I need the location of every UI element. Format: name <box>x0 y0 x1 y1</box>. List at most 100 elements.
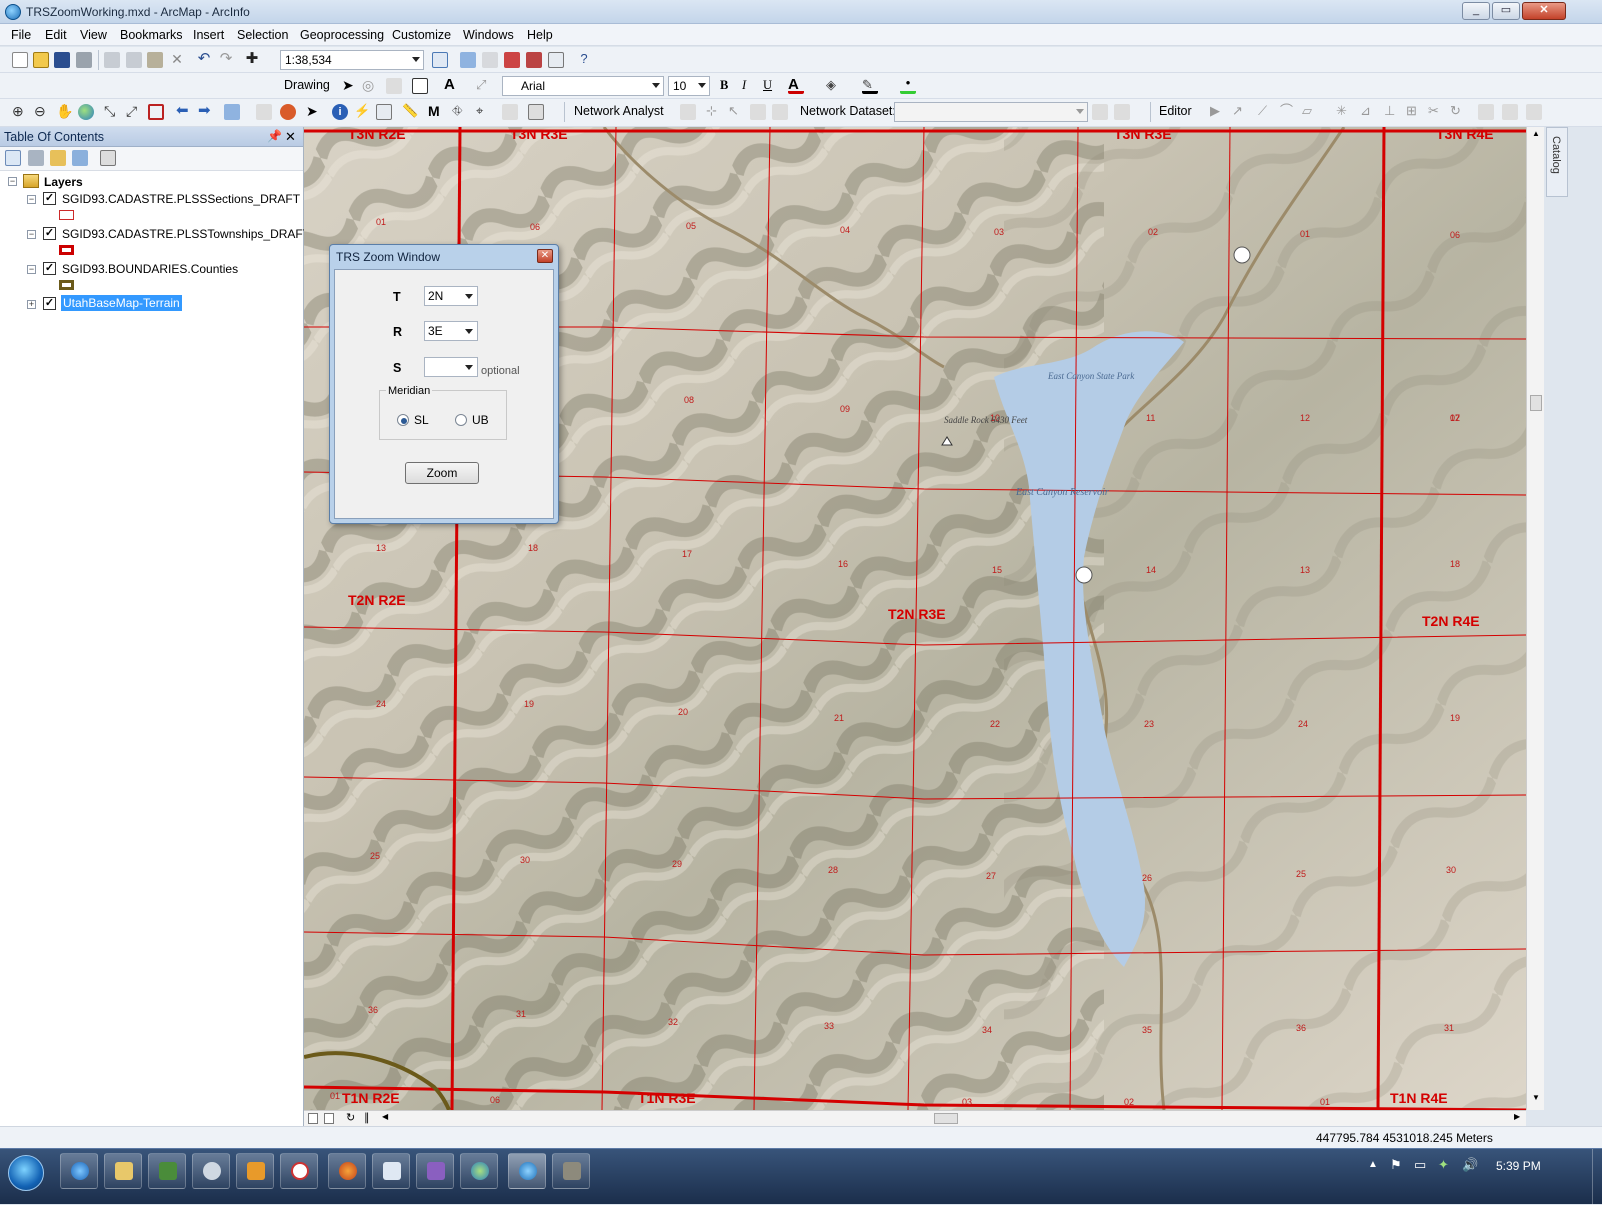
list-by-selection-icon[interactable] <box>72 150 88 166</box>
volume-icon[interactable]: 🔊 <box>1462 1157 1478 1173</box>
start-button[interactable] <box>8 1155 44 1191</box>
menu-geoprocessing[interactable]: Geoprocessing <box>300 28 384 42</box>
taskbar-notepad[interactable] <box>372 1153 410 1189</box>
fixed-zoom-out-icon[interactable]: ⤢ <box>126 104 142 120</box>
zoom-in-icon[interactable]: ⊕ <box>12 104 28 120</box>
catalog-side-tab[interactable]: Catalog <box>1546 127 1568 197</box>
edit-vertices-2-icon[interactable]: ⊿ <box>1360 104 1376 120</box>
taskbar-notes[interactable] <box>280 1153 318 1189</box>
time-slider-icon[interactable] <box>502 104 518 120</box>
network-tray-icon[interactable]: ▭ <box>1414 1157 1426 1173</box>
italic-button[interactable]: I <box>742 78 746 93</box>
horizontal-scroll-thumb[interactable] <box>934 1113 958 1124</box>
pause-drawing-icon[interactable]: ∥ <box>364 1111 370 1124</box>
measure-icon[interactable]: 📏 <box>402 104 418 120</box>
collapse-toggle[interactable]: − <box>8 177 17 186</box>
cut-icon[interactable] <box>104 52 120 68</box>
whats-this-icon[interactable]: ? <box>576 52 592 68</box>
table-icon[interactable] <box>460 52 476 68</box>
model-builder-icon[interactable] <box>548 52 564 68</box>
edit-vertices-icon[interactable]: ⤢ <box>476 78 492 94</box>
clear-selection-icon[interactable] <box>256 104 272 120</box>
flag-icon[interactable]: ⚑ <box>1390 1157 1402 1173</box>
list-by-drawing-order-icon[interactable] <box>5 150 21 166</box>
township-select[interactable]: 2N <box>424 286 478 306</box>
close-button[interactable]: ✕ <box>1522 2 1566 20</box>
layer-visibility-checkbox[interactable]: ✓ <box>43 297 56 310</box>
network-analyst-menu[interactable]: Network Analyst <box>574 104 664 118</box>
copy-icon[interactable] <box>126 52 142 68</box>
edit-annotation-icon[interactable]: ↗ <box>1232 104 1248 120</box>
reshape-icon[interactable]: ⊥ <box>1384 104 1400 120</box>
pin-icon[interactable]: 📌 <box>267 129 282 143</box>
end-point-arc-icon[interactable]: ⌒ <box>1280 104 1296 120</box>
map-scale-combo[interactable]: 1:38,534 <box>280 50 424 70</box>
menu-windows[interactable]: Windows <box>463 28 514 42</box>
zoom-out-icon[interactable]: ⊖ <box>34 104 50 120</box>
straight-segment-icon[interactable]: ⟋ <box>1258 104 1274 120</box>
scroll-up-icon[interactable]: ▲ <box>1532 129 1540 138</box>
redo-icon[interactable]: ↷ <box>218 51 234 68</box>
rectangle-icon[interactable] <box>412 78 428 94</box>
collapse-toggle[interactable]: − <box>27 265 36 274</box>
hyperlink-icon[interactable]: ⚡ <box>354 104 370 120</box>
menu-view[interactable]: View <box>80 28 107 42</box>
layers-root[interactable]: − Layers <box>0 173 300 191</box>
map-horizontal-scrollbar[interactable]: ↻ ∥ ◀ ▶ <box>304 1110 1526 1126</box>
sketch-properties-icon[interactable] <box>1502 104 1518 120</box>
dropbox-icon[interactable]: ✦ <box>1438 1157 1449 1173</box>
menu-selection[interactable]: Selection <box>237 28 288 42</box>
fixed-zoom-in-icon[interactable]: ⤡ <box>104 104 120 120</box>
font-name-combo[interactable]: Arial <box>502 76 664 96</box>
range-select[interactable]: 3E <box>424 321 478 341</box>
catalog-icon[interactable] <box>482 52 498 68</box>
cut-polygons-icon[interactable]: ⊞ <box>1406 104 1422 120</box>
layer-item[interactable]: − ✓ SGID93.BOUNDARIES.Counties <box>0 260 300 294</box>
network-dataset-combo[interactable] <box>894 102 1088 122</box>
delete-icon[interactable]: ✕ <box>169 52 185 68</box>
font-color-icon[interactable]: A <box>788 77 804 94</box>
taskbar-security[interactable] <box>148 1153 186 1189</box>
zoom-to-selected-icon[interactable] <box>148 104 164 120</box>
network-analyst-window-icon[interactable] <box>680 104 696 120</box>
map-vertical-scrollbar[interactable]: ▲ ▼ <box>1526 127 1544 1110</box>
select-elements-icon[interactable]: ➤ <box>342 78 358 94</box>
list-by-source-icon[interactable] <box>28 150 44 166</box>
split-icon[interactable]: ✂ <box>1428 104 1444 120</box>
bold-button[interactable]: B <box>720 78 728 93</box>
editor-toolbar-icon[interactable] <box>432 52 448 68</box>
back-extent-icon[interactable]: ⬅ <box>176 103 192 120</box>
scroll-down-icon[interactable]: ▼ <box>1532 1093 1540 1102</box>
identify-icon[interactable]: i <box>332 104 348 120</box>
python-icon[interactable] <box>526 52 542 68</box>
menu-file[interactable]: File <box>11 28 31 42</box>
select-pointer-icon[interactable]: ➤ <box>306 104 322 120</box>
section-select[interactable] <box>424 357 478 377</box>
text-icon[interactable]: A <box>444 77 460 94</box>
show-hidden-icons-icon[interactable]: ▲ <box>1368 1159 1378 1170</box>
menu-help[interactable]: Help <box>527 28 553 42</box>
font-size-combo[interactable]: 10 <box>668 76 710 96</box>
marker-color-icon[interactable]: • <box>900 76 916 94</box>
taskbar-arcmap[interactable] <box>508 1153 546 1189</box>
xy-icon[interactable]: ⌖ <box>476 104 492 120</box>
rotate-edit-icon[interactable]: ↻ <box>1450 104 1466 120</box>
directions-icon[interactable] <box>772 104 788 120</box>
show-desktop-button[interactable] <box>1592 1149 1602 1205</box>
collapse-toggle[interactable]: − <box>27 195 36 204</box>
edit-tool-icon[interactable]: ▶ <box>1210 104 1226 120</box>
find-route-icon[interactable]: ⛗ <box>452 104 468 120</box>
underline-button[interactable]: U <box>763 78 772 93</box>
scroll-right-icon[interactable]: ▶ <box>1514 1112 1520 1121</box>
taskbar-explorer[interactable] <box>104 1153 142 1189</box>
data-view-icon[interactable] <box>308 1113 318 1124</box>
taskbar-globe[interactable] <box>460 1153 498 1189</box>
taskbar-media[interactable] <box>236 1153 274 1189</box>
undo-icon[interactable]: ↶ <box>196 51 212 68</box>
fill-color-icon[interactable]: ◈ <box>826 78 842 94</box>
layer-visibility-checkbox[interactable]: ✓ <box>43 192 56 205</box>
taskbar-firefox[interactable] <box>328 1153 366 1189</box>
build-network-icon[interactable] <box>1092 104 1108 120</box>
point-icon[interactable]: ✳ <box>1336 104 1352 120</box>
add-data-icon[interactable]: ✚ <box>244 51 260 68</box>
